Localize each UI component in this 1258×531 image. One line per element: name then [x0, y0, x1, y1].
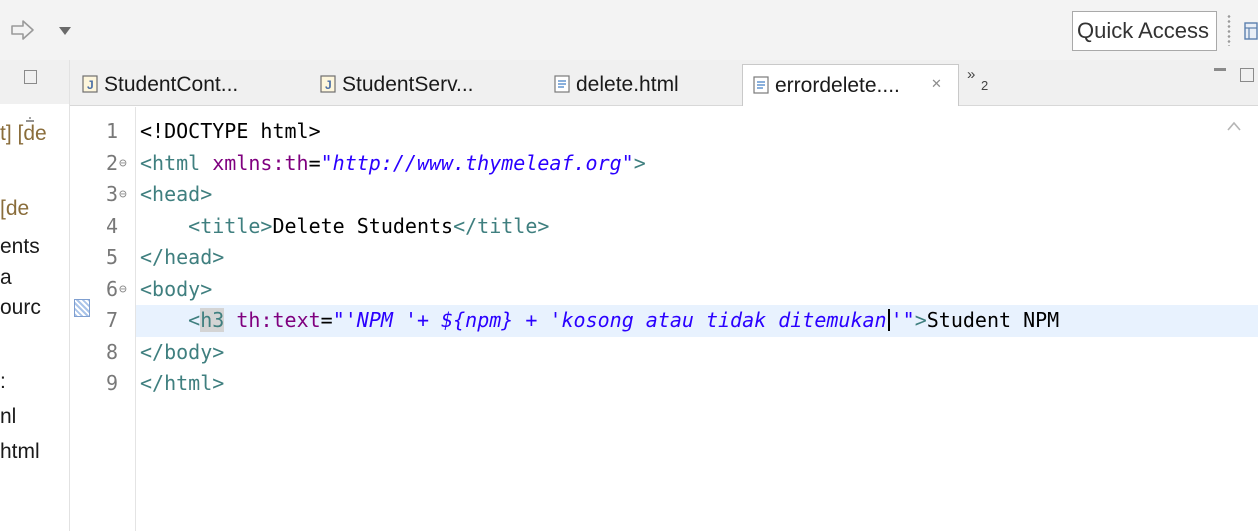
- tree-item-fragment[interactable]: nl: [0, 405, 16, 429]
- chevron-down-icon[interactable]: [58, 26, 72, 36]
- line-number: 3⊖: [92, 179, 136, 211]
- toolbar-separator: [1227, 14, 1231, 46]
- tree-item-fragment[interactable]: ents: [0, 235, 40, 259]
- restore-view-icon[interactable]: [24, 70, 37, 84]
- tabs-overflow-chevron[interactable]: »: [967, 66, 975, 83]
- line-number-text: 3: [106, 182, 119, 206]
- code-token: Student NPM: [926, 308, 1060, 332]
- occurrence-marker: [74, 299, 90, 317]
- code-text-area[interactable]: <!DOCTYPE html> <html xmlns:th="http://ww…: [136, 107, 1258, 531]
- code-token: =: [320, 308, 333, 332]
- code-token: </head>: [140, 245, 225, 269]
- tab-studentcontroller[interactable]: J StudentCont...: [82, 64, 302, 106]
- minimize-icon[interactable]: [1214, 68, 1226, 71]
- code-token: <body>: [140, 276, 213, 301]
- forward-arrow-icon[interactable]: [10, 18, 36, 42]
- code-line[interactable]: <head>: [136, 179, 1258, 211]
- tree-item-fragment[interactable]: ourc: [0, 296, 41, 320]
- line-number-text: 4: [106, 213, 119, 238]
- maximize-icon[interactable]: [1240, 68, 1254, 82]
- html-file-icon: [554, 75, 570, 93]
- html-file-icon: [753, 76, 769, 94]
- code-token: h3: [200, 308, 225, 332]
- line-number: 4: [92, 211, 136, 243]
- code-token: >: [914, 308, 927, 332]
- code-token: >: [633, 150, 646, 175]
- tree-item-fragment[interactable]: html: [0, 440, 40, 464]
- java-file-icon: J: [82, 75, 98, 93]
- tabs-overflow-count: 2: [981, 78, 989, 93]
- marker-ruler: [70, 107, 92, 531]
- tree-item-fragment[interactable]: t] [de: [0, 122, 47, 146]
- close-icon[interactable]: ✕: [931, 77, 943, 90]
- code-token: <: [188, 308, 201, 332]
- tab-label: delete.html: [576, 73, 679, 96]
- line-number: 1: [92, 116, 136, 148]
- line-number-text: 6: [106, 276, 119, 301]
- line-number: 2⊖: [92, 148, 136, 180]
- perspective-icon[interactable]: [1244, 22, 1258, 40]
- code-token: th:text: [236, 308, 321, 332]
- main-toolbar: Quick Access: [0, 0, 1258, 60]
- fold-collapse-icon[interactable]: ⊖: [119, 282, 127, 297]
- line-number: 9: [92, 368, 136, 400]
- svg-text:J: J: [87, 78, 94, 92]
- code-line[interactable]: </body>: [136, 337, 1258, 369]
- editor-tab-bar: J StudentCont... J StudentServ... delete…: [70, 60, 1258, 106]
- java-file-icon: J: [320, 75, 336, 93]
- line-number-text: 8: [106, 339, 119, 364]
- line-number-text: 9: [106, 371, 119, 395]
- text-caret: [887, 309, 890, 331]
- tab-delete-html[interactable]: delete.html: [554, 64, 754, 106]
- fold-collapse-icon[interactable]: ⊖: [119, 156, 127, 171]
- tab-studentservice[interactable]: J StudentServ...: [320, 64, 540, 106]
- tree-item-fragment[interactable]: a: [0, 266, 12, 290]
- code-token: xmlns:th: [212, 150, 309, 175]
- line-number: 8: [92, 337, 136, 369]
- code-token: =: [308, 150, 321, 175]
- code-line[interactable]: </html>: [136, 368, 1258, 400]
- line-number: 6⊖: [92, 274, 136, 306]
- code-line[interactable]: <!DOCTYPE html>: [136, 116, 1258, 148]
- code-token: <html: [140, 150, 213, 175]
- code-token: <title>: [188, 213, 273, 238]
- code-line[interactable]: <html xmlns:th="http://www.thymeleaf.org…: [136, 148, 1258, 180]
- tab-label: StudentServ...: [342, 73, 474, 96]
- svg-text:J: J: [325, 78, 332, 92]
- tab-label: StudentCont...: [104, 73, 239, 96]
- tab-label: errordelete....: [775, 74, 900, 97]
- code-token: <head>: [140, 182, 213, 206]
- code-line[interactable]: <title>Delete Students</title>: [136, 211, 1258, 243]
- package-explorer-header: [0, 60, 69, 104]
- code-line[interactable]: <body>: [136, 274, 1258, 306]
- code-editor[interactable]: 1 2⊖ 3⊖ 4 5 6⊖ 7 8 9 <!DOCTYPE html> <html xmlns:…: [70, 107, 1258, 531]
- code-token: </html>: [140, 371, 225, 395]
- code-line[interactable]: </head>: [136, 242, 1258, 274]
- code-token: </body>: [140, 339, 225, 364]
- scroll-up-icon[interactable]: [1227, 121, 1241, 131]
- fold-collapse-icon[interactable]: ⊖: [119, 187, 127, 202]
- code-token: <!DOCTYPE html>: [140, 119, 321, 143]
- code-token: "http://www.thymeleaf.org": [320, 150, 634, 175]
- tree-item-fragment[interactable]: [de: [0, 197, 29, 221]
- line-number-text: 2: [106, 150, 119, 175]
- code-token: "'NPM '+ ${npm} + 'kosong atau tidak dit…: [332, 308, 887, 332]
- quick-access-input[interactable]: Quick Access: [1072, 11, 1217, 51]
- tab-errordelete-html[interactable]: errordelete.... ✕: [742, 64, 959, 106]
- line-number-text: 5: [106, 245, 119, 269]
- code-line[interactable]: <h3 th:text="'NPM '+ ${npm} + 'kosong at…: [136, 305, 1258, 337]
- line-number-text: 1: [106, 119, 119, 143]
- code-token: '": [890, 308, 915, 332]
- line-number: 5: [92, 242, 136, 274]
- code-token: Delete Students: [272, 213, 454, 238]
- code-token: </title>: [453, 213, 550, 238]
- line-number-text: 7: [106, 308, 119, 332]
- tree-item-fragment[interactable]: :: [0, 370, 6, 394]
- line-number-gutter: 1 2⊖ 3⊖ 4 5 6⊖ 7 8 9: [92, 107, 136, 531]
- package-explorer-panel: t] [de [de ents a ourc: nl html: [0, 60, 70, 531]
- line-number: 7: [92, 305, 136, 337]
